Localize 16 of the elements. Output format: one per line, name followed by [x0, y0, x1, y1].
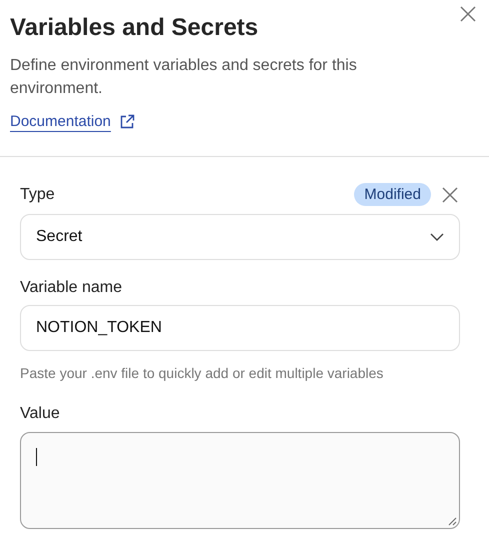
- type-label: Type: [20, 186, 55, 204]
- value-label: Value: [20, 405, 61, 423]
- panel-description: Define environment variables and secrets for this environment.: [10, 56, 358, 99]
- panel-title: Variables and Secrets: [10, 14, 258, 42]
- paste-hint: Paste your .env file to quickly add or edit multiple variables: [20, 365, 384, 381]
- documentation-link[interactable]: Documentation: [10, 113, 111, 130]
- modified-badge: Modified: [354, 183, 431, 206]
- resize-handle-icon[interactable]: [447, 516, 457, 526]
- variable-name-label: Variable name: [20, 279, 123, 297]
- variable-name-field[interactable]: NOTION_TOKEN: [20, 305, 460, 351]
- external-link-icon[interactable]: [118, 114, 135, 130]
- close-icon[interactable]: [441, 186, 459, 204]
- close-icon[interactable]: [459, 5, 477, 23]
- chevron-down-icon: [430, 233, 444, 241]
- type-select[interactable]: Secret: [20, 214, 460, 260]
- value-field[interactable]: [20, 432, 460, 529]
